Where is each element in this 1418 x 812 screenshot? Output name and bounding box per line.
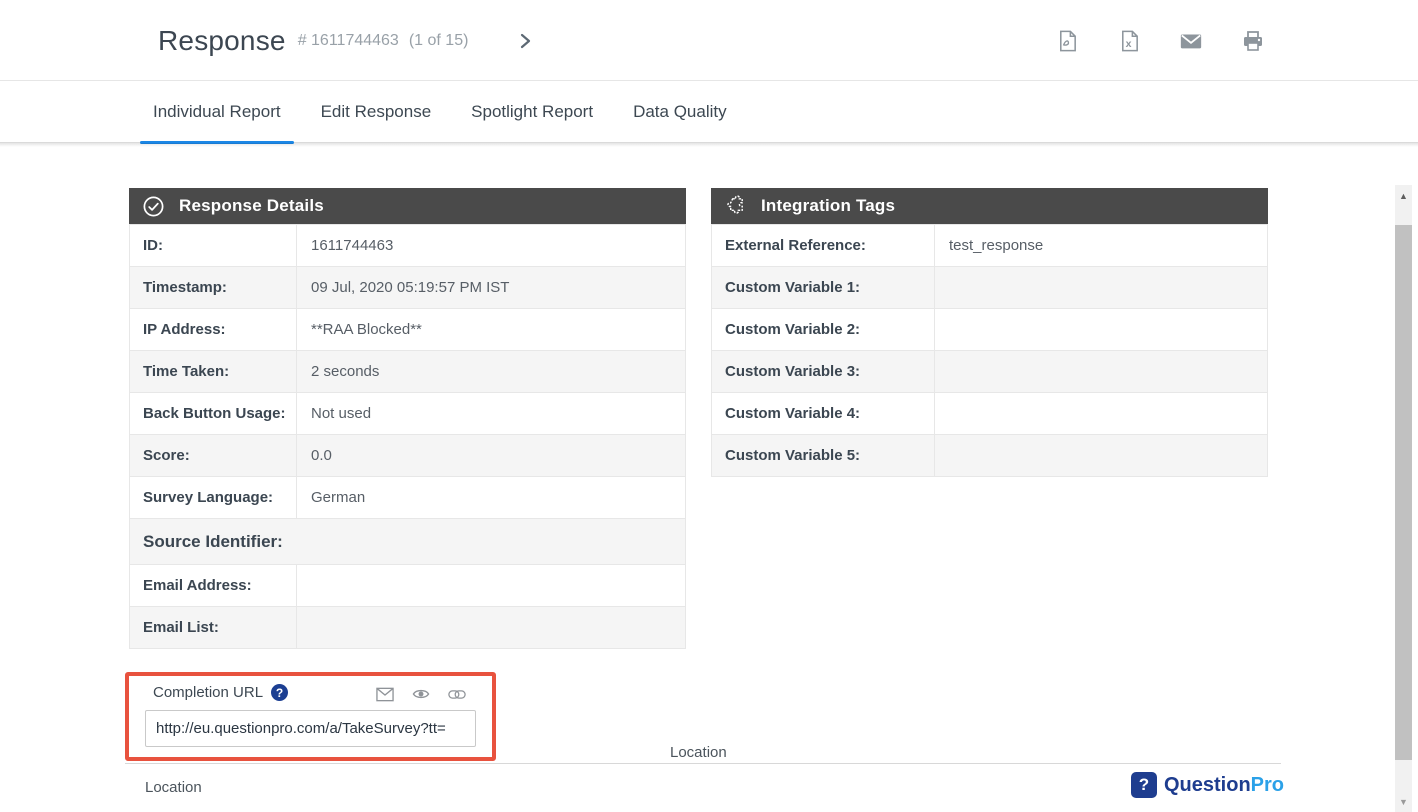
row-label: Timestamp: — [130, 267, 297, 309]
table-row: Custom Variable 3: — [712, 351, 1268, 393]
svg-text:x: x — [1125, 37, 1131, 49]
row-value: German — [297, 477, 686, 519]
table-row: Email Address: — [130, 565, 686, 607]
panel-title: Integration Tags — [761, 196, 895, 216]
puzzle-icon — [724, 195, 747, 218]
completion-url-annotation-box: Completion URL ? — [125, 672, 496, 761]
location-section-title-2: Location — [145, 779, 202, 796]
table-row: External Reference:test_response — [712, 225, 1268, 267]
row-value: 1611744463 — [297, 225, 686, 267]
section-row-label: Source Identifier: — [130, 519, 686, 565]
row-value: 09 Jul, 2020 05:19:57 PM IST — [297, 267, 686, 309]
check-circle-icon — [142, 195, 165, 218]
row-value: 2 seconds — [297, 351, 686, 393]
row-label: Survey Language: — [130, 477, 297, 519]
table-row: Survey Language:German — [130, 477, 686, 519]
link-icon[interactable] — [448, 686, 466, 702]
tabs: Individual ReportEdit ResponseSpotlight … — [140, 81, 740, 143]
row-value — [935, 351, 1268, 393]
scroll-down-button[interactable]: ▼ — [1395, 793, 1412, 810]
response-details-panel: Response Details ID:1611744463Timestamp:… — [129, 188, 686, 649]
section-divider — [125, 763, 1281, 764]
row-label: Custom Variable 1: — [712, 267, 935, 309]
row-value — [935, 309, 1268, 351]
excel-export-icon[interactable]: x — [1117, 29, 1141, 53]
row-label: External Reference: — [712, 225, 935, 267]
tab-edit-response[interactable]: Edit Response — [308, 81, 445, 143]
report-tabbar: Individual ReportEdit ResponseSpotlight … — [0, 81, 1418, 143]
email-icon[interactable] — [1179, 29, 1203, 53]
row-label: IP Address: — [130, 309, 297, 351]
row-value — [935, 393, 1268, 435]
row-value: **RAA Blocked** — [297, 309, 686, 351]
brand-pro: Pro — [1251, 774, 1284, 796]
row-label: ID: — [130, 225, 297, 267]
next-response-button[interactable] — [516, 31, 534, 51]
panel-title: Response Details — [179, 196, 324, 216]
chevron-right-icon — [516, 31, 534, 51]
scrollbar-thumb[interactable] — [1395, 225, 1412, 760]
questionpro-badge-icon: ? — [1131, 772, 1157, 798]
completion-url-label: Completion URL — [153, 684, 263, 701]
row-value — [297, 607, 686, 649]
response-detail-page: Response # 1611744463 (1 of 15) — [0, 0, 1418, 812]
table-row: Back Button Usage:Not used — [130, 393, 686, 435]
tabbar-shadow — [0, 143, 1418, 147]
page-header: Response # 1611744463 (1 of 15) — [0, 0, 1418, 81]
table-row: ID:1611744463 — [130, 225, 686, 267]
tab-spotlight-report[interactable]: Spotlight Report — [458, 81, 606, 143]
scroll-up-button[interactable]: ▲ — [1395, 187, 1412, 204]
row-value: test_response — [935, 225, 1268, 267]
row-label: Custom Variable 5: — [712, 435, 935, 477]
response-details-table: ID:1611744463Timestamp:09 Jul, 2020 05:1… — [129, 224, 686, 649]
print-icon[interactable] — [1241, 29, 1265, 53]
pdf-export-icon[interactable] — [1055, 29, 1079, 53]
response-details-header: Response Details — [129, 188, 686, 224]
table-row: Custom Variable 5: — [712, 435, 1268, 477]
response-id: # 1611744463 — [298, 32, 399, 50]
table-row: Custom Variable 2: — [712, 309, 1268, 351]
row-label: Custom Variable 2: — [712, 309, 935, 351]
table-row: Custom Variable 4: — [712, 393, 1268, 435]
row-label: Email List: — [130, 607, 297, 649]
row-label: Back Button Usage: — [130, 393, 297, 435]
brand-question: Question — [1164, 774, 1251, 796]
table-row: Custom Variable 1: — [712, 267, 1268, 309]
row-label: Time Taken: — [130, 351, 297, 393]
response-position: (1 of 15) — [409, 32, 469, 50]
table-row: Source Identifier: — [130, 519, 686, 565]
location-section-title: Location — [670, 744, 727, 761]
table-row: Score:0.0 — [130, 435, 686, 477]
row-value — [297, 565, 686, 607]
row-label: Score: — [130, 435, 297, 477]
table-row: Time Taken:2 seconds — [130, 351, 686, 393]
header-actions: x — [1055, 0, 1265, 81]
row-value: Not used — [297, 393, 686, 435]
tab-individual-report[interactable]: Individual Report — [140, 81, 294, 143]
help-icon[interactable]: ? — [271, 684, 288, 701]
row-value — [935, 267, 1268, 309]
row-value — [935, 435, 1268, 477]
vertical-scrollbar[interactable]: ▲ ▼ — [1395, 185, 1412, 812]
completion-url-actions — [376, 686, 466, 702]
row-label: Email Address: — [130, 565, 297, 607]
table-row: IP Address:**RAA Blocked** — [130, 309, 686, 351]
questionpro-logo: ? QuestionPro — [1131, 772, 1284, 798]
table-row: Email List: — [130, 607, 686, 649]
integration-tags-header: Integration Tags — [711, 188, 1268, 224]
page-title: Response — [158, 25, 286, 57]
row-value: 0.0 — [297, 435, 686, 477]
integration-tags-table: External Reference:test_responseCustom V… — [711, 224, 1268, 477]
tab-data-quality[interactable]: Data Quality — [620, 81, 740, 143]
completion-url-input[interactable] — [145, 710, 476, 747]
row-label: Custom Variable 4: — [712, 393, 935, 435]
row-label: Custom Variable 3: — [712, 351, 935, 393]
integration-tags-panel: Integration Tags External Reference:test… — [711, 188, 1268, 477]
envelope-icon[interactable] — [376, 686, 394, 702]
eye-icon[interactable] — [412, 686, 430, 702]
table-row: Timestamp:09 Jul, 2020 05:19:57 PM IST — [130, 267, 686, 309]
